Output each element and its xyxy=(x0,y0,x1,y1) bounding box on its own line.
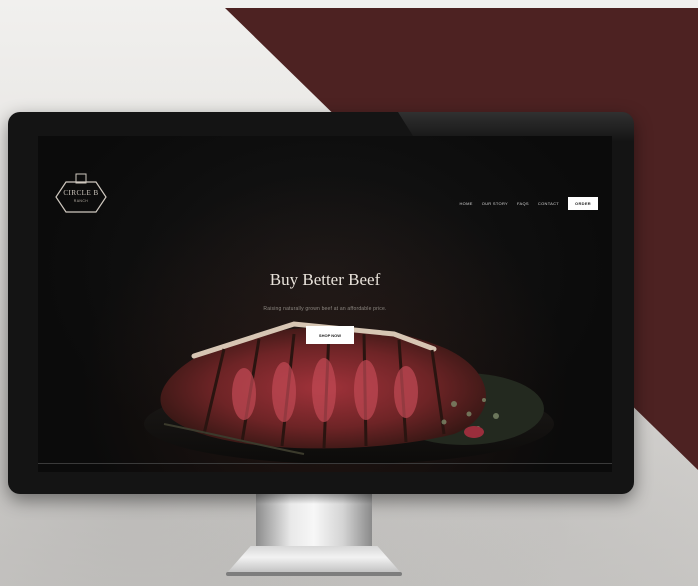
top-navigation: Home Our Story FAQs Contact Order xyxy=(459,197,598,210)
shop-now-button[interactable]: Shop Now xyxy=(306,326,354,344)
monitor: CIRCLE B RANCH Home Our Story FAQs Conta… xyxy=(8,112,634,494)
logo-subtext: RANCH xyxy=(73,199,89,203)
website-screen: CIRCLE B RANCH Home Our Story FAQs Conta… xyxy=(38,136,612,472)
nav-item-our-story[interactable]: Our Story xyxy=(482,201,508,206)
nav-item-home[interactable]: Home xyxy=(459,201,472,206)
monitor-stand-base-edge xyxy=(226,572,402,576)
nav-item-faqs[interactable]: FAQs xyxy=(517,201,529,206)
hero-subtitle: Raising naturally grown beef at an affor… xyxy=(263,306,387,312)
brand-logo[interactable]: CIRCLE B RANCH xyxy=(54,172,108,222)
order-button[interactable]: Order xyxy=(568,197,598,210)
nav-item-contact[interactable]: Contact xyxy=(538,201,559,206)
hero-title: Buy Better Beef xyxy=(269,270,381,289)
monitor-stand-base xyxy=(226,546,402,574)
screen-footer-divider xyxy=(38,463,612,464)
logo-badge-icon xyxy=(55,173,107,213)
logo-text: CIRCLE B xyxy=(63,189,99,197)
monitor-stand-shadow xyxy=(256,494,372,504)
